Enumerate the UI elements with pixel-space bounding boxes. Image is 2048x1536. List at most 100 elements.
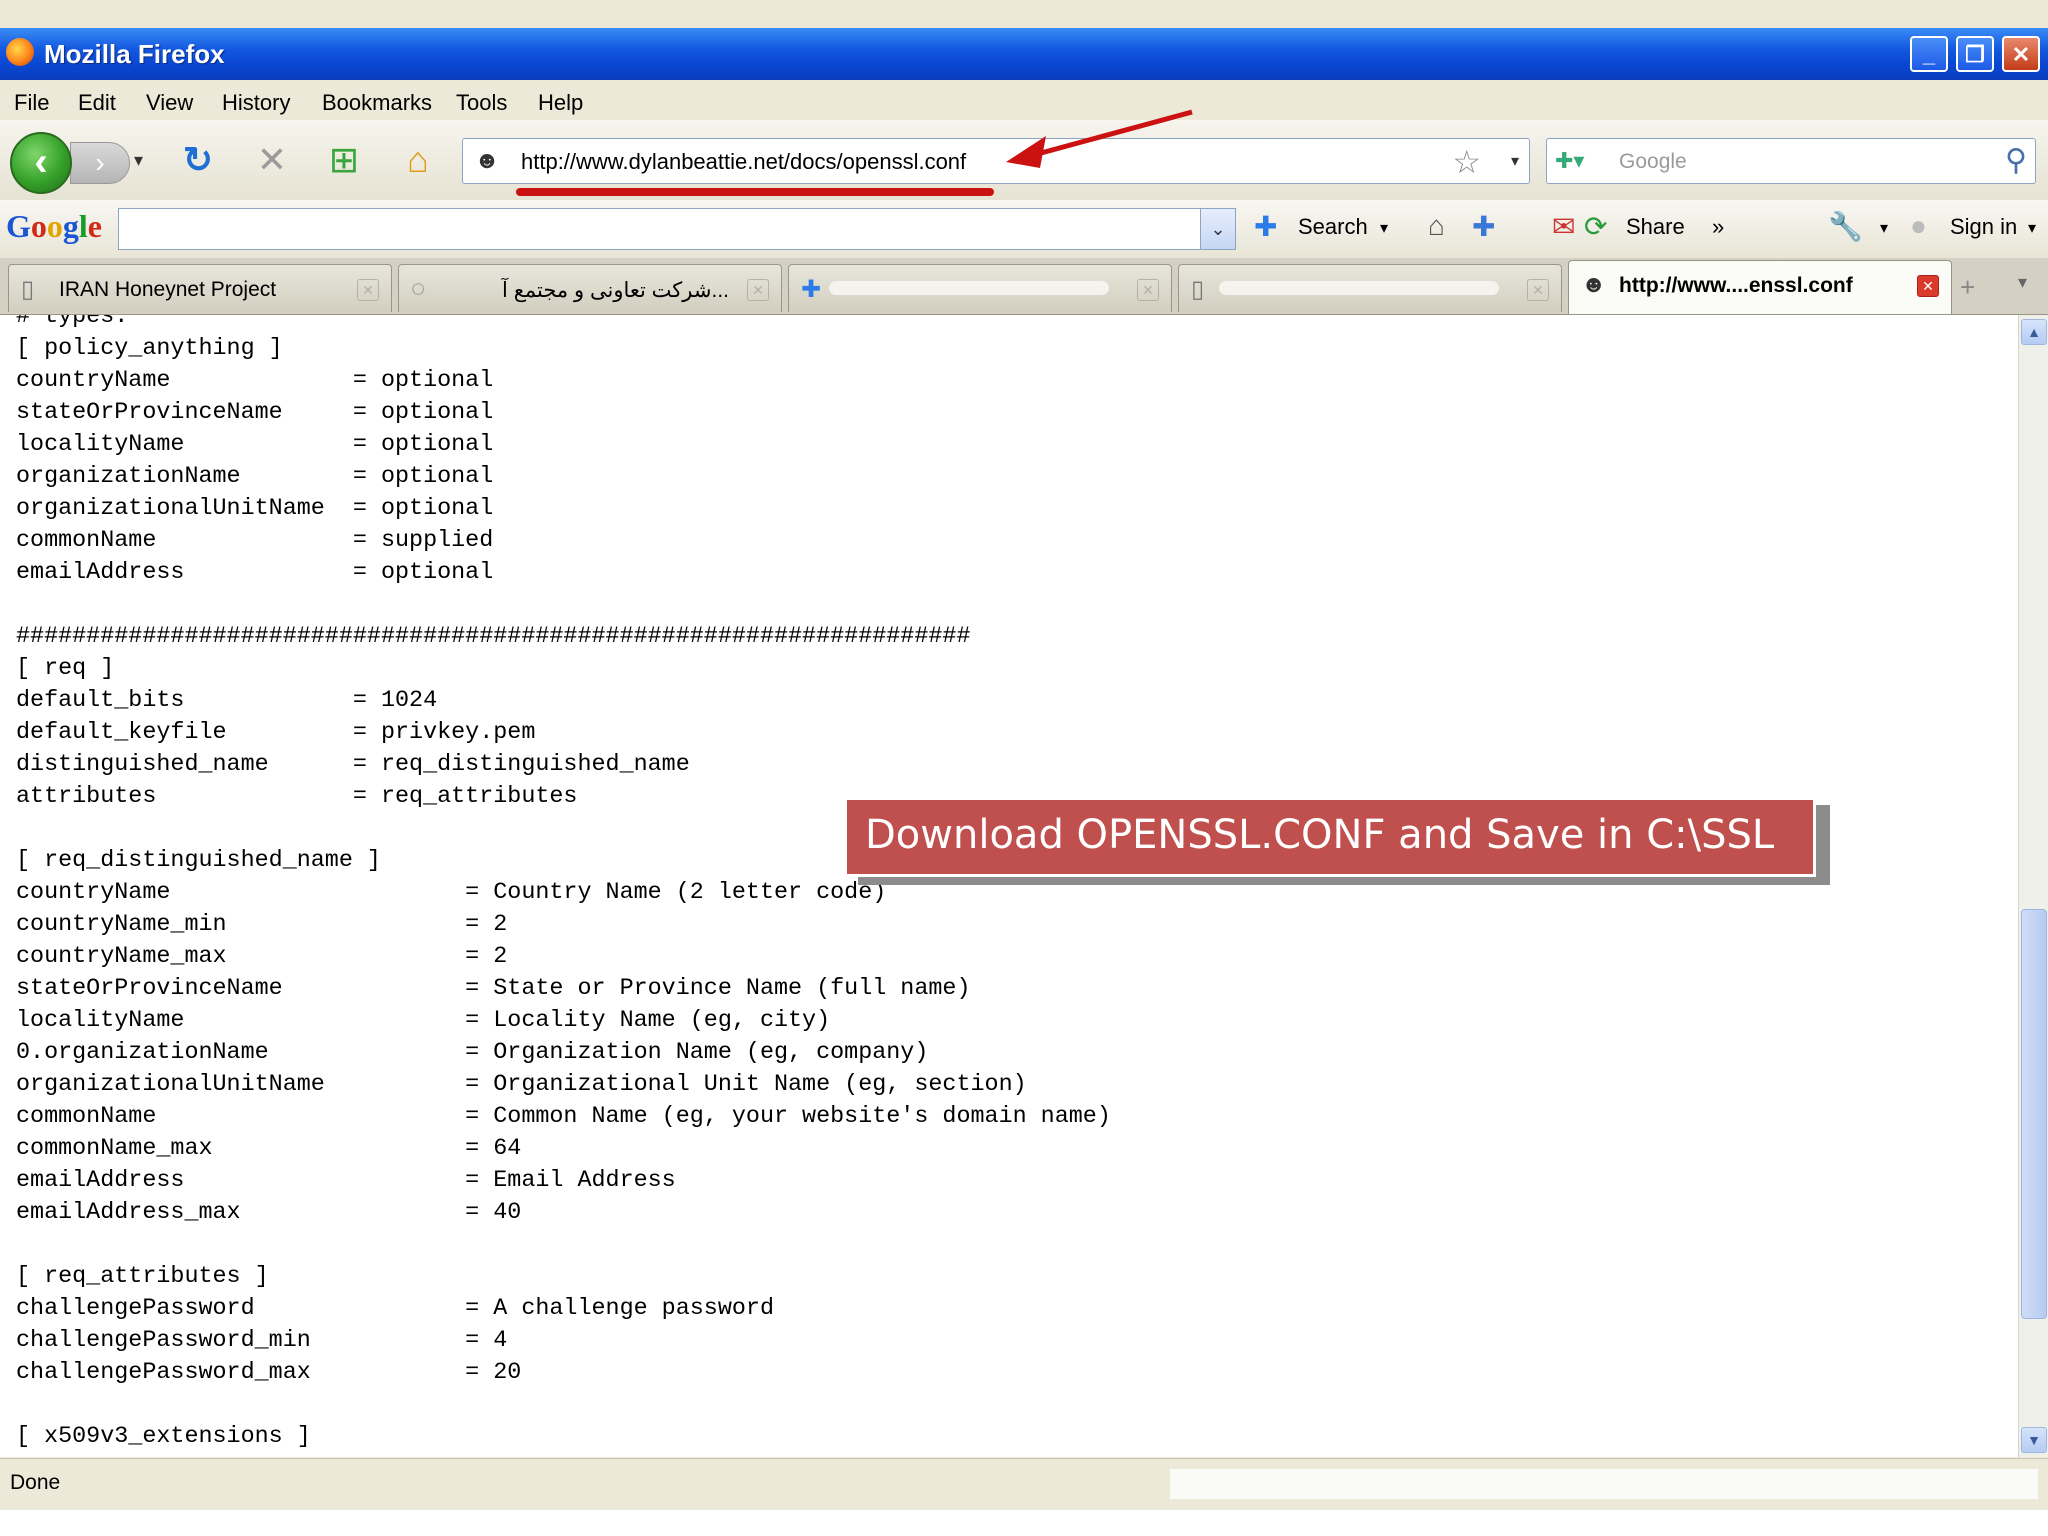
page-icon: ▯ xyxy=(21,276,35,303)
wrench-icon[interactable]: 🔧 xyxy=(1828,210,1863,243)
tab-redacted-1[interactable]: ✚ ✕ xyxy=(788,264,1172,312)
close-icon[interactable]: ✕ xyxy=(1917,275,1939,297)
forward-icon[interactable]: › xyxy=(70,142,130,184)
menu-view[interactable]: View xyxy=(146,90,193,116)
config-line: ########################################… xyxy=(16,624,971,650)
google-icon: ✚ xyxy=(801,276,822,303)
navigation-toolbar: › ‹ ▾ ↻ ✕ ⊞ ⌂ ☻ http://www.dylanbeattie.… xyxy=(0,120,2048,201)
search-engine-icon[interactable]: ✚▾ xyxy=(1555,145,1599,177)
menu-tools[interactable]: Tools xyxy=(456,90,507,116)
config-line: localityName = Locality Name (eg, city) xyxy=(16,1008,831,1034)
google-search-input[interactable]: ⌄ xyxy=(118,208,1236,250)
config-line: emailAddress = Email Address xyxy=(16,1168,676,1194)
google-logo[interactable]: Google xyxy=(6,208,102,245)
config-line: challengePassword_min = 4 xyxy=(16,1328,508,1354)
signin-dropdown-icon[interactable]: ▾ xyxy=(2028,218,2036,238)
magnifier-icon[interactable]: ⚲ xyxy=(2005,143,2027,178)
site-identity-icon[interactable]: ☻ xyxy=(471,145,503,177)
config-line: organizationName = optional xyxy=(16,464,494,490)
window-title: Mozilla Firefox xyxy=(44,39,225,69)
config-line xyxy=(16,1229,1111,1261)
title-bar: Mozilla Firefox _ ❐ ✕ xyxy=(0,28,2048,80)
plus-icon[interactable]: ✚ xyxy=(1472,210,1495,243)
close-icon[interactable]: ✕ xyxy=(747,279,769,301)
config-line: stateOrProvinceName = State or Province … xyxy=(16,976,971,1002)
config-line: [ req ] xyxy=(16,656,115,682)
browser-window: Mozilla Firefox _ ❐ ✕ File Edit View His… xyxy=(0,0,2048,1510)
close-icon[interactable]: ✕ xyxy=(1137,279,1159,301)
restore-button[interactable]: ❐ xyxy=(1956,36,1994,72)
close-icon[interactable]: ✕ xyxy=(1527,279,1549,301)
config-line: [ policy_anything ] xyxy=(16,336,283,362)
history-dropdown-icon[interactable]: ▾ xyxy=(134,150,143,171)
vertical-scrollbar[interactable]: ▲ ▼ xyxy=(2018,315,2048,1457)
chevron-down-icon[interactable]: ⌄ xyxy=(1200,209,1235,249)
scroll-thumb[interactable] xyxy=(2021,909,2047,1319)
config-line: localityName = optional xyxy=(16,432,494,458)
page-content: # types. [ policy_anything ] countryName =… xyxy=(0,315,2018,1457)
annotation-banner: Download OPENSSL.CONF and Save in C:\SSL xyxy=(844,797,1816,877)
config-line: challengePassword_max = 20 xyxy=(16,1360,522,1386)
google-icon[interactable]: ✚ xyxy=(1254,210,1277,243)
bank-icon[interactable]: ⌂ xyxy=(1428,210,1445,242)
config-line xyxy=(16,589,1111,621)
search-box[interactable]: ✚▾ Google ⚲ xyxy=(1546,138,2036,184)
config-line: emailAddress = optional xyxy=(16,560,494,586)
config-line: commonName = supplied xyxy=(16,528,494,554)
more-chevron-icon[interactable]: » xyxy=(1712,214,1724,240)
gmail-icon[interactable]: ✉ xyxy=(1552,210,1575,243)
config-line: stateOrProvinceName = optional xyxy=(16,400,494,426)
google-search-button[interactable]: Search xyxy=(1298,214,1368,240)
search-dropdown-icon[interactable]: ▾ xyxy=(1380,218,1388,238)
reload-icon[interactable]: ↻ xyxy=(176,138,220,182)
address-bar[interactable]: ☻ http://www.dylanbeattie.net/docs/opens… xyxy=(462,138,1530,184)
new-tab-icon[interactable]: ⊞ xyxy=(322,138,366,182)
config-line: emailAddress_max = 40 xyxy=(16,1200,522,1226)
tab-label: http://www....enssl.conf xyxy=(1619,274,1853,297)
config-line: default_keyfile = privkey.pem xyxy=(16,720,536,746)
annotation-text: Download OPENSSL.CONF and Save in C:\SSL xyxy=(865,812,1775,858)
stop-icon[interactable]: ✕ xyxy=(250,138,294,182)
menu-bar: File Edit View History Bookmarks Tools H… xyxy=(0,82,2048,120)
avatar[interactable]: ● xyxy=(1910,210,1927,242)
minimize-button[interactable]: _ xyxy=(1910,36,1948,72)
tab-iran-honeynet[interactable]: ▯ IRAN Honeynet Project ✕ xyxy=(8,264,392,312)
home-icon[interactable]: ⌂ xyxy=(396,138,440,182)
redacted-label xyxy=(829,281,1109,295)
address-url[interactable]: http://www.dylanbeattie.net/docs/openssl… xyxy=(521,149,966,175)
search-placeholder[interactable]: Google xyxy=(1619,150,1687,174)
loading-icon: ◌ xyxy=(411,275,426,302)
menu-file[interactable]: File xyxy=(14,90,49,116)
signin-button[interactable]: Sign in xyxy=(1950,214,2017,240)
tab-redacted-2[interactable]: ▯ ✕ xyxy=(1178,264,1562,312)
tab-cooperative[interactable]: ◌ ...شرکت تعاونی و مجتمع آ ✕ xyxy=(398,264,782,312)
page-icon: ▯ xyxy=(1191,276,1205,303)
settings-dropdown-icon[interactable]: ▾ xyxy=(1880,218,1888,238)
config-line: [ req_attributes ] xyxy=(16,1264,269,1290)
tab-openssl-conf[interactable]: ☻ http://www....enssl.conf ✕ xyxy=(1568,260,1952,314)
new-tab-plus-icon[interactable]: + xyxy=(1960,272,1975,303)
config-line: [ x509v3_extensions ] xyxy=(16,1424,311,1450)
tab-bar: ▯ IRAN Honeynet Project ✕ ◌ ...شرکت تعاو… xyxy=(0,258,2048,315)
close-icon[interactable]: ✕ xyxy=(357,279,379,301)
scroll-down-icon[interactable]: ▼ xyxy=(2021,1427,2047,1453)
menu-history[interactable]: History xyxy=(222,90,290,116)
config-line: countryName = optional xyxy=(16,368,494,394)
bookmark-star-icon[interactable]: ☆ xyxy=(1452,143,1481,181)
close-button[interactable]: ✕ xyxy=(2002,36,2040,72)
menu-bookmarks[interactable]: Bookmarks xyxy=(322,90,432,116)
tab-label: ...شرکت تعاونی و مجتمع آ xyxy=(502,279,729,302)
config-line: commonName_max = 64 xyxy=(16,1136,522,1162)
config-line: default_bits = 1024 xyxy=(16,688,438,714)
back-icon[interactable]: ‹ xyxy=(10,132,72,194)
menu-help[interactable]: Help xyxy=(538,90,583,116)
address-dropdown-icon[interactable]: ▾ xyxy=(1511,151,1519,171)
menu-edit[interactable]: Edit xyxy=(78,90,116,116)
config-line xyxy=(16,1389,1111,1421)
tab-list-icon[interactable]: ▾ xyxy=(2018,272,2027,293)
share-icon[interactable]: ⟳ xyxy=(1584,210,1607,243)
scroll-up-icon[interactable]: ▲ xyxy=(2021,319,2047,345)
config-line: organizationalUnitName = Organizational … xyxy=(16,1072,1027,1098)
share-button[interactable]: Share xyxy=(1626,214,1685,240)
status-text: Done xyxy=(10,1471,61,1494)
